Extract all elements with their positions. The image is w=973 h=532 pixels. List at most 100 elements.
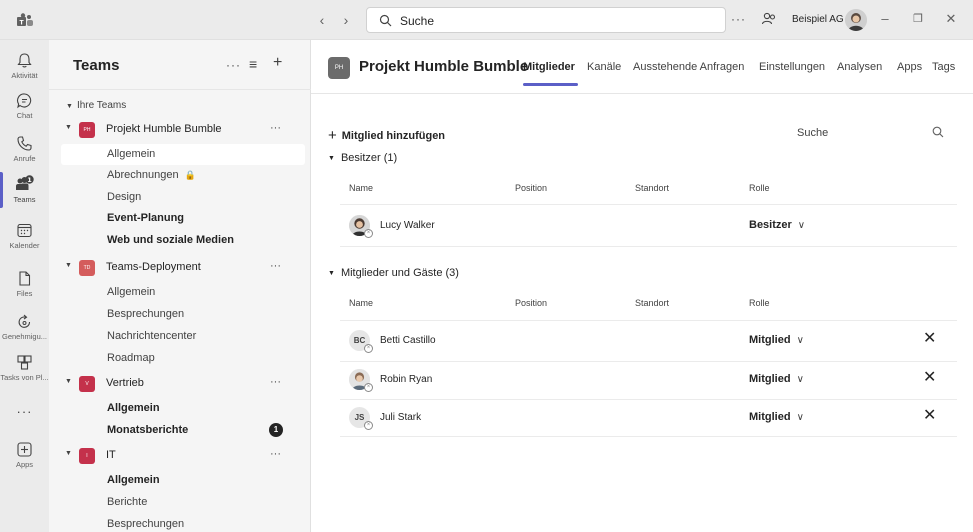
teams-logo-icon: T — [17, 13, 33, 27]
close-window-button[interactable]: ✕ — [944, 12, 958, 26]
minimize-button[interactable]: – — [878, 12, 892, 26]
organization-name[interactable]: Beispiel AG — [792, 14, 844, 25]
rail-calls[interactable]: Anrufe — [0, 135, 49, 163]
channel-name: Besprechungen — [107, 308, 185, 320]
settings-more-button[interactable]: ··· — [731, 12, 746, 26]
lock-icon: 🔒 — [184, 170, 196, 180]
team-tile: V — [79, 376, 95, 392]
column-header-name: Name — [349, 183, 374, 193]
members-section-toggle[interactable]: ▼ Mitglieder und Gäste (3) — [328, 267, 459, 279]
team-more-button[interactable]: ··· — [270, 376, 281, 388]
rail-teams[interactable]: 1 Teams — [0, 175, 49, 204]
team-more-button[interactable]: ··· — [270, 122, 281, 134]
channel-besprechungen[interactable]: Besprechungen — [61, 514, 305, 532]
column-header-location: Standort — [635, 298, 670, 308]
rail-activity[interactable]: Aktivität — [0, 52, 49, 80]
caret-down-icon: ▼ — [65, 450, 72, 457]
profile-photo-icon — [845, 9, 867, 31]
rail-calendar[interactable]: Kalender — [0, 222, 49, 250]
remove-member-button[interactable]: ✕ — [923, 408, 936, 424]
teams-more-button[interactable]: ··· — [226, 58, 241, 72]
channel-design[interactable]: Design — [61, 187, 305, 208]
member-row: × Lucy Walker Besitzer ∨ — [340, 206, 957, 246]
tab-tags[interactable]: Tags — [932, 61, 955, 73]
phone-icon — [17, 136, 32, 151]
teams-icon: 1 — [15, 175, 34, 190]
tab-ausstehende-anfragen[interactable]: Ausstehende Anfragen — [633, 61, 744, 73]
channel-allgemein[interactable]: Allgemein — [61, 398, 305, 419]
rail-chat[interactable]: Chat — [0, 92, 49, 120]
people-icon[interactable] — [761, 11, 777, 27]
global-search-input[interactable]: Suche — [366, 7, 726, 33]
forward-button[interactable]: › — [339, 12, 353, 28]
file-icon — [19, 271, 31, 286]
back-button[interactable]: ‹ — [315, 12, 329, 28]
divider — [340, 246, 957, 247]
team-row-vertrieb[interactable]: ▼ V Vertrieb ··· — [61, 373, 307, 395]
rail-activity-label: Aktivität — [11, 71, 38, 80]
channel-event-planung[interactable]: Event-Planung — [61, 208, 305, 229]
role-dropdown[interactable]: Mitglied ∨ — [749, 411, 804, 423]
team-row-teams-deployment[interactable]: ▼ TD Teams-Deployment ··· — [61, 257, 307, 279]
channel-name: Design — [107, 191, 142, 203]
app-rail: Aktivität Chat Anrufe 1 Teams Kalender F… — [0, 40, 49, 532]
add-member-button[interactable]: + Mitglied hinzufügen — [328, 126, 445, 144]
column-header-name: Name — [349, 298, 374, 308]
team-row-projekt-humble-bumble[interactable]: ▼ PH Projekt Humble Bumble ··· — [61, 119, 307, 141]
tab-kanaele[interactable]: Kanäle — [587, 61, 621, 73]
member-name: Juli Stark — [380, 412, 422, 423]
search-icon[interactable] — [932, 126, 944, 138]
teams-panel-header: Teams ··· ≡ + — [49, 40, 311, 90]
team-more-button[interactable]: ··· — [270, 448, 281, 460]
tab-einstellungen[interactable]: Einstellungen — [759, 61, 825, 73]
plus-icon: + — [328, 127, 337, 144]
chevron-down-icon: ∨ — [796, 412, 804, 423]
profile-avatar[interactable] — [845, 9, 867, 31]
channel-allgemein[interactable]: Allgemein — [61, 470, 305, 491]
channel-monatsberichte[interactable]: Monatsberichte 1 — [61, 420, 305, 441]
member-search-input[interactable]: Suche — [797, 127, 828, 139]
teams-panel-title: Teams — [73, 57, 120, 74]
channel-berichte[interactable]: Berichte — [61, 492, 305, 513]
rail-apps[interactable]: Apps — [0, 441, 49, 469]
channel-name: Allgemein — [107, 474, 160, 486]
channel-name: Monatsberichte — [107, 424, 189, 436]
tab-analysen[interactable]: Analysen — [837, 61, 882, 73]
teams-panel: Teams ··· ≡ + ▼ Ihre Teams ▼ PH Projekt H… — [49, 40, 311, 532]
channel-allgemein[interactable]: Allgemein — [61, 282, 305, 303]
remove-member-button[interactable]: ✕ — [923, 370, 936, 386]
channel-nachrichtencenter[interactable]: Nachrichtencenter — [61, 326, 305, 347]
column-header-role: Rolle — [749, 298, 770, 308]
your-teams-section[interactable]: ▼ Ihre Teams — [66, 100, 126, 111]
channel-name: Roadmap — [107, 352, 155, 364]
manage-team-view: PH Projekt Humble Bumble Mitglieder Kanä… — [311, 40, 973, 532]
rail-files[interactable]: Files — [0, 270, 49, 298]
channel-besprechungen[interactable]: Besprechungen — [61, 304, 305, 325]
role-dropdown[interactable]: Mitglied ∨ — [749, 334, 804, 346]
rail-approvals[interactable]: Genehmigu... — [0, 313, 49, 341]
role-value: Mitglied — [749, 373, 791, 385]
owners-section-toggle[interactable]: ▼ Besitzer (1) — [328, 152, 397, 164]
teams-badge: 1 — [27, 176, 32, 184]
chevron-down-icon: ∨ — [796, 374, 804, 385]
channel-abrechnungen[interactable]: Abrechnungen 🔒 — [61, 165, 305, 186]
add-team-button[interactable]: + — [273, 54, 282, 72]
rail-chat-label: Chat — [16, 111, 33, 120]
role-dropdown[interactable]: Mitglied ∨ — [749, 373, 804, 385]
remove-member-button[interactable]: ✕ — [923, 331, 936, 347]
role-dropdown[interactable]: Besitzer ∨ — [749, 219, 805, 231]
team-more-button[interactable]: ··· — [270, 260, 281, 272]
tab-mitglieder[interactable]: Mitglieder — [523, 61, 575, 73]
rail-tasks[interactable]: Tasks von Pl... — [0, 354, 49, 382]
channel-allgemein[interactable]: Allgemein — [61, 144, 305, 165]
divider — [340, 204, 957, 205]
filter-button[interactable]: ≡ — [249, 56, 257, 72]
channel-roadmap[interactable]: Roadmap — [61, 348, 305, 369]
team-row-it[interactable]: ▼ I IT ··· — [61, 445, 307, 467]
restore-button[interactable]: ❐ — [911, 12, 925, 26]
channel-web-und-soziale-medien[interactable]: Web und soziale Medien — [61, 230, 305, 251]
rail-more-apps[interactable]: ··· — [0, 404, 49, 419]
column-header-position: Position — [515, 298, 548, 308]
tab-apps[interactable]: Apps — [897, 61, 922, 73]
active-tab-indicator — [523, 83, 578, 86]
